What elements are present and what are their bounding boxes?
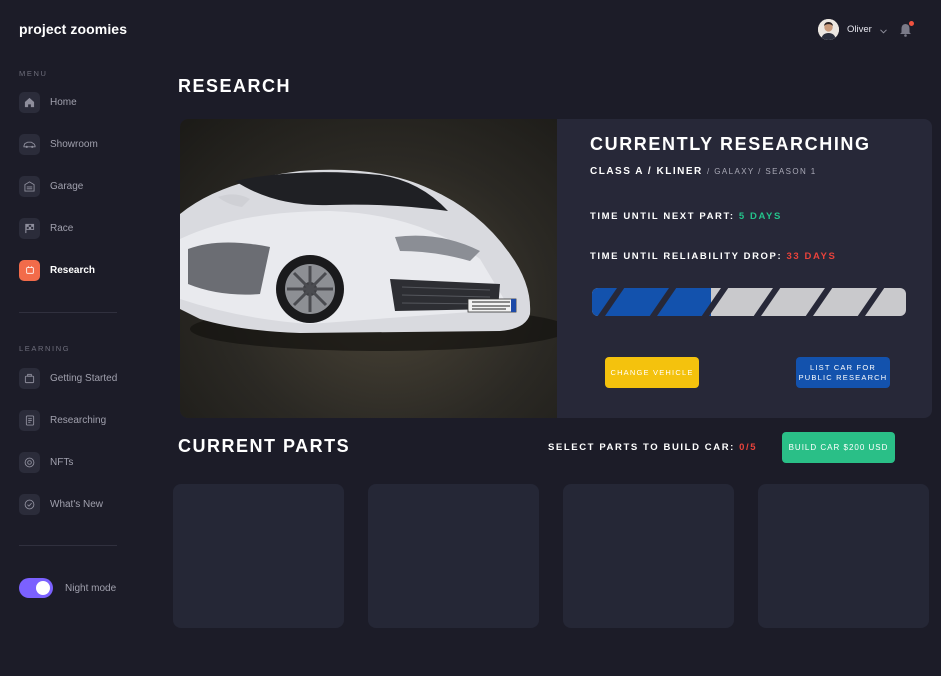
list-car-button[interactable]: LIST CAR FOR PUBLIC RESEARCH (796, 357, 890, 388)
progress-stripes (597, 288, 885, 316)
sidebar-item-label: Race (50, 222, 74, 234)
sidebar-item-whats-new[interactable]: What's New (19, 493, 139, 515)
research-icon (19, 259, 40, 281)
research-subtitle: CLASS A / KLINER / GALAXY / SEASON 1 (590, 166, 817, 177)
research-title: CURRENTLY RESEARCHING (590, 134, 871, 154)
chevron-down-icon (879, 21, 887, 39)
user-name: Oliver (847, 24, 872, 35)
notification-bell-icon[interactable] (898, 21, 914, 37)
class-line: CLASS A / KLINER (590, 166, 703, 177)
season-line: / GALAXY / SEASON 1 (707, 167, 817, 176)
avatar (818, 19, 839, 40)
sidebar-item-research[interactable]: Research (19, 259, 139, 281)
page-title: RESEARCH (178, 76, 292, 96)
night-mode-label: Night mode (65, 583, 117, 594)
next-part-row: TIME UNTIL NEXT PART: 5 DAYS (590, 211, 782, 222)
garage-icon (19, 175, 40, 197)
sidebar-item-researching[interactable]: Researching (19, 409, 139, 431)
sidebar-item-label: What's New (50, 498, 104, 510)
reliability-row: TIME UNTIL RELIABILITY DROP: 33 DAYS (590, 251, 836, 262)
select-parts-row: SELECT PARTS TO BUILD CAR: 0/5 (548, 442, 757, 453)
sidebar-item-label: Showroom (50, 138, 98, 150)
sidebar-item-label: NFTs (50, 456, 74, 468)
build-car-button[interactable]: BUILD CAR $200 USD (782, 432, 895, 463)
coin-icon (19, 451, 40, 473)
part-slot[interactable] (563, 484, 734, 628)
part-slot[interactable] (368, 484, 539, 628)
briefcase-icon (19, 367, 40, 389)
sidebar-item-race[interactable]: Race (19, 217, 139, 239)
notification-dot (909, 21, 914, 26)
night-mode-toggle[interactable] (19, 578, 53, 598)
sidebar-item-label: Researching (50, 414, 107, 426)
research-card: CURRENTLY RESEARCHING CLASS A / KLINER /… (180, 119, 932, 418)
next-part-label: TIME UNTIL NEXT PART: (590, 211, 735, 222)
sidebar-item-label: Garage (50, 180, 84, 192)
sidebar-item-label: Research (50, 264, 96, 276)
document-icon (19, 409, 40, 431)
toggle-knob (36, 581, 50, 595)
reliability-value: 33 DAYS (786, 251, 837, 262)
sidebar-item-getting-started[interactable]: Getting Started (19, 367, 139, 389)
sidebar-divider (19, 312, 117, 313)
sidebar-item-nfts[interactable]: NFTs (19, 451, 139, 473)
select-parts-count: 0/5 (739, 442, 758, 453)
reliability-label: TIME UNTIL RELIABILITY DROP: (590, 251, 783, 262)
check-circle-icon (19, 493, 40, 515)
sidebar-divider (19, 545, 117, 546)
research-progress-bar (592, 288, 906, 316)
sidebar-item-showroom[interactable]: Showroom (19, 133, 139, 155)
part-slot[interactable] (173, 484, 344, 628)
current-parts-title: CURRENT PARTS (178, 436, 351, 456)
sidebar-item-home[interactable]: Home (19, 91, 139, 113)
sidebar-item-garage[interactable]: Garage (19, 175, 139, 197)
part-slot[interactable] (758, 484, 929, 628)
sidebar-item-label: Getting Started (50, 372, 118, 384)
sidebar-item-label: Home (50, 96, 77, 108)
car-icon (19, 133, 40, 155)
home-icon (19, 91, 40, 113)
user-menu[interactable]: Oliver (818, 19, 887, 40)
next-part-value: 5 DAYS (738, 211, 782, 222)
brand-logo[interactable]: project zoomies (19, 21, 127, 37)
flag-icon (19, 217, 40, 239)
select-parts-label: SELECT PARTS TO BUILD CAR: (548, 442, 735, 453)
learning-section-label: LEARNING (19, 344, 71, 353)
change-vehicle-button[interactable]: CHANGE VEHICLE (605, 357, 699, 388)
menu-section-label: MENU (19, 69, 48, 78)
car-image (180, 119, 570, 418)
